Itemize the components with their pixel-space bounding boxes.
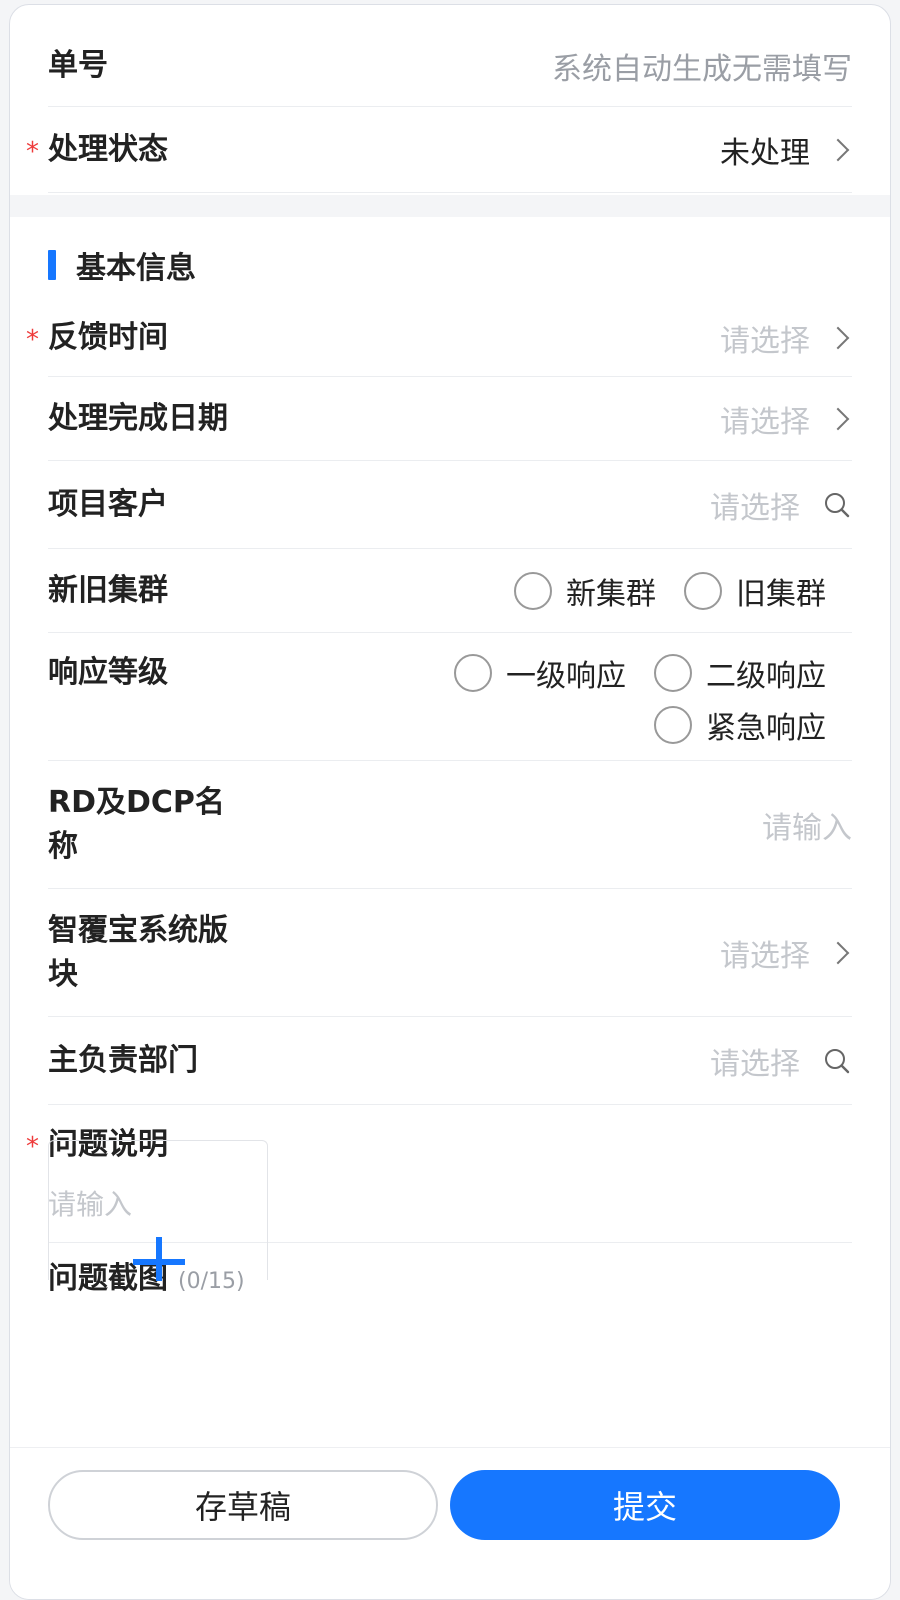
- chevron-right-icon: [826, 326, 850, 349]
- chevron-right-icon: [826, 407, 850, 430]
- order-no-label: 单号: [48, 47, 108, 83]
- cluster-option-label: 旧集群: [736, 576, 826, 612]
- project-customer-search[interactable]: 请选择: [710, 483, 852, 527]
- order-no-value: 系统自动生成无需填写: [552, 51, 852, 87]
- chevron-right-icon: [826, 941, 850, 964]
- upload-image-button[interactable]: [48, 1140, 268, 1281]
- rd-dcp-name-row[interactable]: RD及DCP名 称 请输入: [48, 761, 852, 889]
- feedback-time-row[interactable]: 反馈时间 请选择: [26, 299, 852, 377]
- response-option-urgent[interactable]: 紧急响应: [654, 703, 826, 747]
- status-picker[interactable]: 未处理: [720, 128, 852, 172]
- project-customer-row[interactable]: 项目客户 请选择: [48, 461, 852, 549]
- feedback-time-picker[interactable]: 请选择: [720, 316, 852, 360]
- response-option-label: 紧急响应: [706, 711, 826, 746]
- section-accent-bar: [48, 250, 56, 280]
- status-label: 处理状态: [26, 128, 168, 174]
- chevron-right-icon: [826, 138, 850, 161]
- save-draft-button[interactable]: 存草稿: [48, 1470, 438, 1540]
- project-customer-label: 项目客户: [48, 486, 168, 522]
- response-level-radio-group: 一级响应 二级响应 紧急响应: [366, 651, 826, 747]
- rd-dcp-name-label-line2: 称: [48, 828, 78, 864]
- radio-circle-icon: [454, 654, 492, 692]
- radio-circle-icon: [654, 706, 692, 744]
- search-icon: [825, 492, 850, 517]
- radio-circle-icon: [514, 571, 552, 610]
- cluster-label: 新旧集群: [48, 572, 168, 608]
- cluster-option-label: 新集群: [566, 576, 656, 612]
- response-option-label: 一级响应: [506, 659, 626, 694]
- system-module-placeholder: 请选择: [720, 938, 810, 974]
- section-header: 基本信息: [48, 243, 196, 287]
- response-level-row: 响应等级 一级响应 二级响应 紧急响应: [48, 633, 852, 761]
- response-option-level1[interactable]: 一级响应: [454, 651, 626, 695]
- system-module-picker[interactable]: 请选择: [720, 931, 852, 975]
- status-value: 未处理: [720, 135, 810, 171]
- search-icon: [825, 1048, 850, 1073]
- radio-circle-icon: [684, 571, 722, 610]
- radio-circle-icon: [654, 654, 692, 692]
- system-module-label-line2: 块: [48, 956, 78, 992]
- response-option-level2[interactable]: 二级响应: [654, 651, 826, 695]
- feedback-time-placeholder: 请选择: [720, 323, 810, 359]
- rd-dcp-name-label-line1: RD及DCP名: [48, 784, 225, 820]
- complete-date-picker[interactable]: 请选择: [720, 397, 852, 441]
- section-separator: [10, 195, 890, 217]
- complete-date-row[interactable]: 处理完成日期 请选择: [48, 377, 852, 461]
- response-level-label: 响应等级: [48, 655, 168, 690]
- main-department-placeholder: 请选择: [710, 1046, 800, 1082]
- feedback-time-label: 反馈时间: [26, 316, 168, 362]
- order-no-row: 单号 系统自动生成无需填写: [48, 25, 852, 107]
- plus-icon-vertical: [156, 1237, 162, 1281]
- submit-button[interactable]: 提交: [450, 1470, 840, 1540]
- cluster-option-new[interactable]: 新集群: [514, 569, 656, 613]
- cluster-row: 新旧集群 新集群 旧集群: [48, 549, 852, 633]
- response-option-label: 二级响应: [706, 659, 826, 694]
- main-department-row[interactable]: 主负责部门 请选择: [48, 1017, 852, 1105]
- main-department-search[interactable]: 请选择: [710, 1039, 852, 1083]
- main-department-label: 主负责部门: [48, 1042, 198, 1078]
- cluster-option-old[interactable]: 旧集群: [684, 569, 826, 613]
- header-card: 单号 系统自动生成无需填写 处理状态 未处理: [10, 25, 890, 195]
- system-module-label-line1: 智覆宝系统版: [48, 912, 228, 948]
- project-customer-placeholder: 请选择: [710, 490, 800, 526]
- cluster-radio-group: 新集群 旧集群: [486, 569, 826, 613]
- complete-date-label: 处理完成日期: [48, 400, 228, 436]
- rd-dcp-name-input[interactable]: 请输入: [762, 803, 852, 847]
- system-module-row[interactable]: 智覆宝系统版 块 请选择: [48, 889, 852, 1017]
- status-row[interactable]: 处理状态 未处理: [26, 107, 852, 193]
- system-module-label: 智覆宝系统版 块: [48, 909, 228, 997]
- complete-date-placeholder: 请选择: [720, 404, 810, 440]
- rd-dcp-name-label: RD及DCP名 称: [48, 781, 225, 869]
- section-title: 基本信息: [76, 251, 196, 286]
- footer-bar: 存草稿 提交: [10, 1447, 890, 1599]
- form-screen: 单号 系统自动生成无需填写 处理状态 未处理 基本信息 反馈时间 请选择 处理完…: [9, 4, 891, 1600]
